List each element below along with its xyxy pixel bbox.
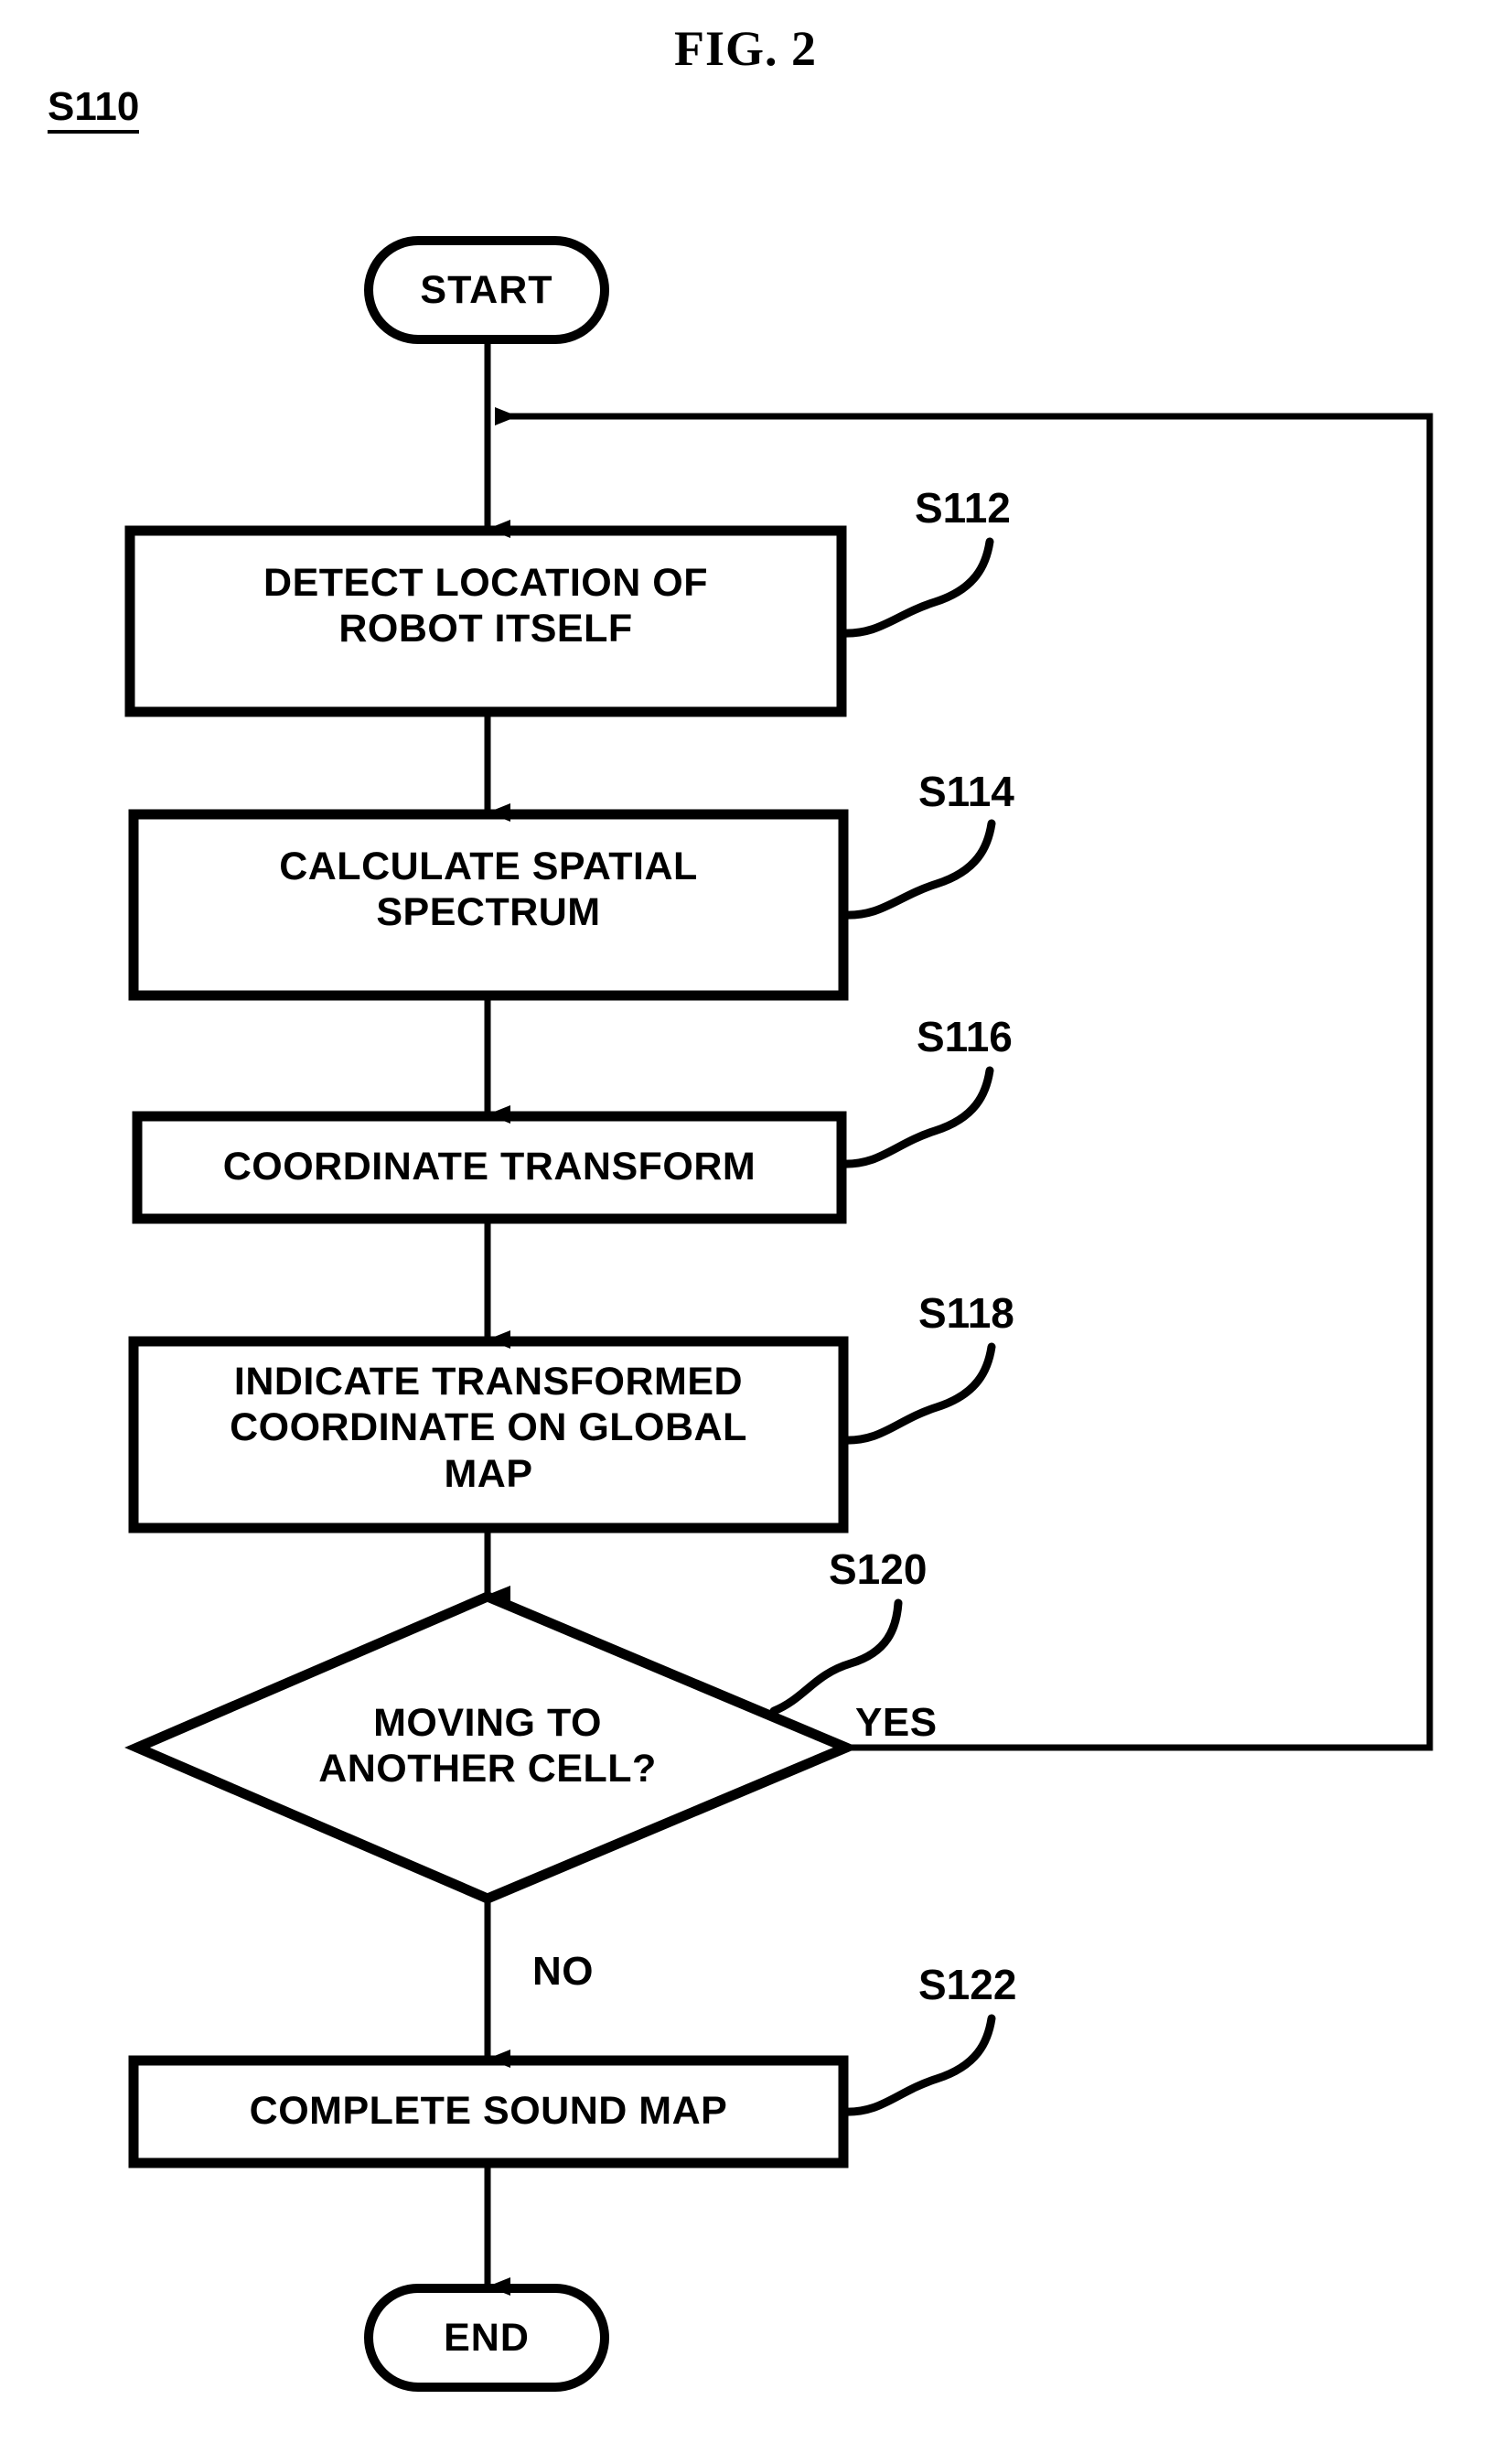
flowchart-canvas bbox=[124, 236, 1433, 2392]
reference-label-s114: S114 bbox=[918, 768, 1014, 815]
branch-label-yes: YES bbox=[855, 1700, 938, 1745]
reference-label-s118: S118 bbox=[918, 1289, 1014, 1337]
process-box-s112-line1: DETECT LOCATION OF bbox=[263, 561, 708, 605]
process-box-s112-line2: ROBOT ITSELF bbox=[338, 607, 633, 651]
decision-diamond-s120-line1: MOVING TO bbox=[373, 1701, 602, 1745]
process-box-s114-line1: CALCULATE SPATIAL bbox=[279, 845, 698, 888]
end-terminal-shape bbox=[364, 2284, 609, 2392]
reference-label-s120: S120 bbox=[829, 1545, 928, 1593]
decision-diamond-s120-text: MOVING TO ANOTHER CELL? bbox=[183, 1700, 792, 1792]
process-box-s118-line3: MAP bbox=[444, 1451, 533, 1496]
start-terminal-shape bbox=[364, 236, 609, 344]
process-box-s114-line2: SPECTRUM bbox=[376, 890, 601, 935]
leader-line-s122 bbox=[839, 2014, 996, 2116]
decision-diamond-s120-line2: ANOTHER CELL? bbox=[318, 1747, 657, 1792]
leader-line-s116 bbox=[837, 1066, 994, 1168]
process-box-s122-shape bbox=[128, 2055, 849, 2168]
process-box-s118-text: INDICATE TRANSFORMED COORDINATE ON GLOBA… bbox=[134, 1359, 843, 1497]
figure-2-flowchart: FIG. 2 S110 START DETECT LOCATION OF ROB… bbox=[0, 0, 1491, 2464]
leader-line-s120 bbox=[769, 1598, 903, 1716]
branch-label-no: NO bbox=[532, 1949, 594, 1994]
reference-label-s116: S116 bbox=[917, 1013, 1013, 1060]
leader-line-s114 bbox=[839, 819, 996, 920]
process-box-s116-shape bbox=[132, 1111, 847, 1224]
leader-line-s112 bbox=[837, 537, 994, 638]
reference-label-s122: S122 bbox=[918, 1961, 1017, 2008]
process-box-s118-line1: INDICATE TRANSFORMED bbox=[233, 1360, 744, 1404]
reference-label-s112: S112 bbox=[915, 484, 1011, 532]
process-box-s118-line2: COORDINATE ON GLOBAL bbox=[230, 1405, 747, 1450]
leader-line-s118 bbox=[839, 1342, 996, 1445]
process-box-s112-text: DETECT LOCATION OF ROBOT ITSELF bbox=[130, 560, 842, 652]
process-box-s114-text: CALCULATE SPATIAL SPECTRUM bbox=[134, 844, 843, 936]
